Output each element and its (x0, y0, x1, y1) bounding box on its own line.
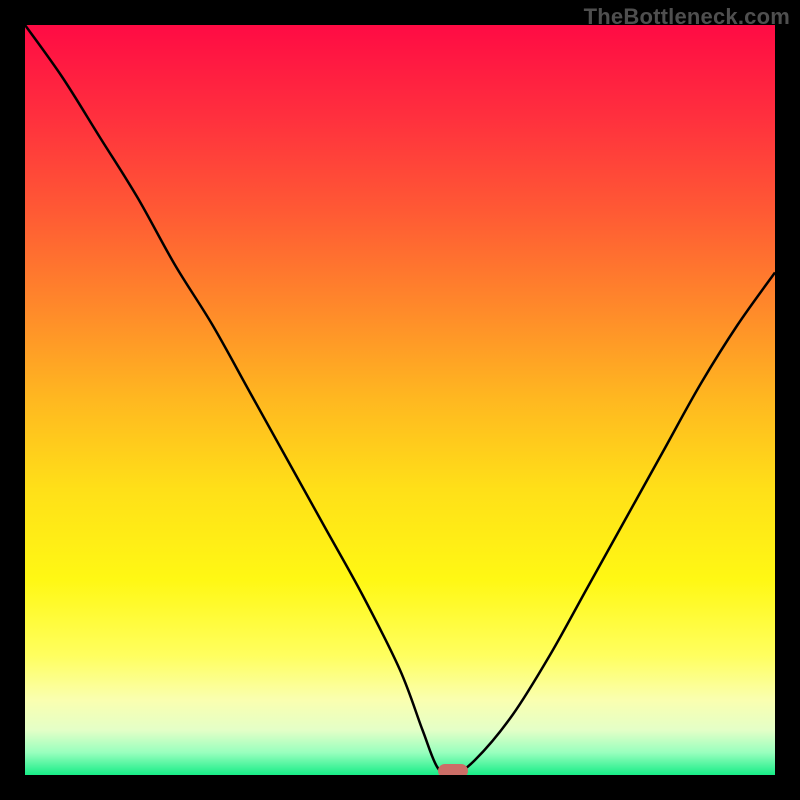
plot-area (25, 25, 775, 775)
minimum-marker (438, 764, 468, 775)
bottleneck-curve (25, 25, 775, 775)
watermark-text: TheBottleneck.com (584, 4, 790, 30)
chart-frame: TheBottleneck.com (0, 0, 800, 800)
curve-path (25, 25, 775, 775)
